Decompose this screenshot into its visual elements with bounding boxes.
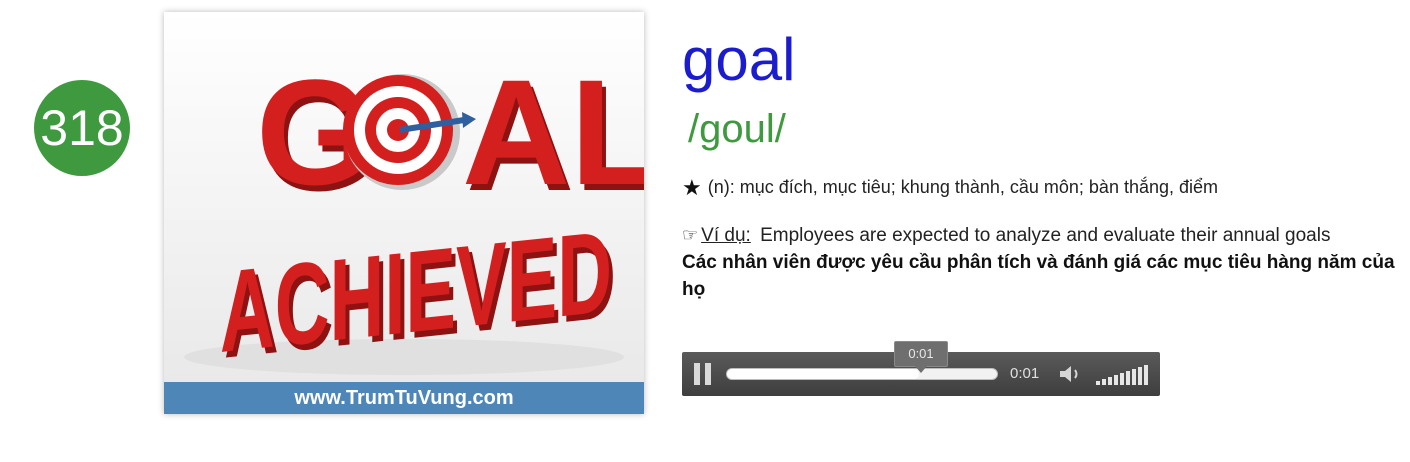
definition-text: (n): mục đích, mục tiêu; khung thành, cầ… <box>707 177 1219 197</box>
goal-achieved-illustration: G G AL AL ACHIEVED ACHIEVED <box>164 12 644 382</box>
volume-bar <box>1132 369 1136 385</box>
volume-bar <box>1102 379 1106 385</box>
pointing-hand-icon: ☞ <box>682 225 699 245</box>
vocabulary-word: goal <box>682 26 796 93</box>
volume-bar <box>1096 381 1100 385</box>
headline-letters-al: AL <box>462 48 644 216</box>
progress-fill <box>727 369 919 379</box>
progress-bar[interactable] <box>726 368 998 380</box>
volume-slider[interactable] <box>1096 363 1150 385</box>
star-icon: ★ <box>682 175 702 200</box>
pause-icon-bar-left <box>694 363 700 385</box>
audio-player: 0:01 0:01 <box>682 341 1160 396</box>
website-footer: www.TrumTuVung.com <box>164 382 644 414</box>
pause-button[interactable] <box>694 363 714 385</box>
volume-bar <box>1108 377 1112 385</box>
volume-bar <box>1114 375 1118 385</box>
example-sentence: Employees are expected to analyze and ev… <box>760 225 1331 246</box>
example-block: ☞ Ví dụ: Employees are expected to analyz… <box>682 222 1402 303</box>
example-label: Ví dụ: <box>701 225 751 246</box>
time-tooltip: 0:01 <box>894 341 948 373</box>
vocabulary-card: 318 G G AL AL ACHIEVED ACHIEVED www.Trum… <box>0 0 1410 462</box>
entry-number-badge: 318 <box>34 80 130 176</box>
volume-bar <box>1144 365 1148 385</box>
phonetic-transcription: /goul/ <box>688 107 786 151</box>
pause-icon-bar-right <box>705 363 711 385</box>
current-time: 0:01 <box>1010 365 1040 382</box>
illustration-card: G G AL AL ACHIEVED ACHIEVED www.TrumTuVu <box>164 12 644 414</box>
example-translation: Các nhân viên được yêu cầu phân tích và … <box>682 252 1395 300</box>
definition-line: ★ (n): mục đích, mục tiêu; khung thành, c… <box>682 175 1218 199</box>
volume-bar <box>1138 367 1142 385</box>
speaker-icon[interactable] <box>1058 363 1086 385</box>
volume-bar <box>1126 371 1130 385</box>
volume-bar <box>1120 373 1124 385</box>
